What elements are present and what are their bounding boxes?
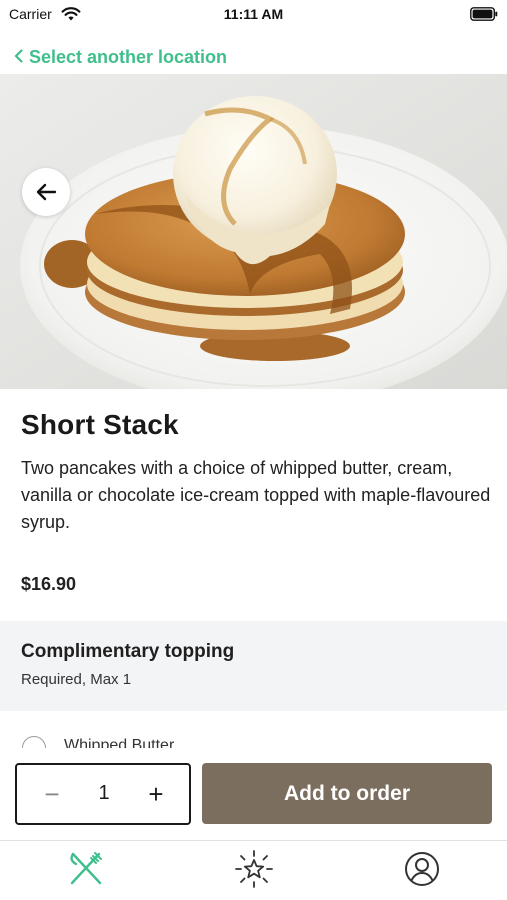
increase-quantity-button[interactable]: + [141, 779, 171, 809]
topping-option-label: Whipped Butter [64, 737, 175, 748]
decrease-quantity-button[interactable]: − [37, 779, 67, 809]
status-bar: Carrier 11:11 AM [0, 0, 507, 30]
add-to-order-button[interactable]: Add to order [202, 763, 492, 824]
select-location-label: Select another location [29, 47, 228, 67]
star-burst-icon [234, 849, 274, 894]
tab-rewards[interactable] [234, 849, 274, 894]
order-bar: − 1 + Add to order [0, 748, 507, 840]
tab-bar [0, 840, 507, 900]
quantity-value: 1 [98, 782, 110, 804]
product-hero-image [0, 74, 507, 389]
user-profile-icon [404, 851, 440, 892]
topping-group-subtitle: Required, Max 1 [21, 671, 132, 688]
fork-knife-icon [67, 850, 105, 893]
add-to-order-label: Add to order [284, 781, 410, 805]
product-price: $16.90 [21, 574, 77, 594]
chevron-left-icon [14, 47, 23, 68]
arrow-left-icon [35, 183, 57, 201]
tab-profile[interactable] [402, 851, 442, 891]
status-time: 11:11 AM [223, 6, 284, 22]
back-button[interactable] [22, 168, 70, 216]
topping-option[interactable]: Whipped Butter [0, 728, 507, 748]
topping-group-title: Complimentary topping [21, 641, 235, 662]
topping-group-header: Complimentary topping Required, Max 1 [0, 621, 507, 711]
quantity-stepper: − 1 + [15, 763, 191, 825]
product-title: Short Stack [21, 409, 179, 440]
product-description: Two pancakes with a choice of whipped bu… [21, 458, 491, 532]
radio-button[interactable] [22, 736, 46, 748]
tab-menu[interactable] [66, 851, 106, 891]
select-location-link[interactable]: Select another location [14, 47, 227, 68]
battery-icon [470, 7, 498, 26]
